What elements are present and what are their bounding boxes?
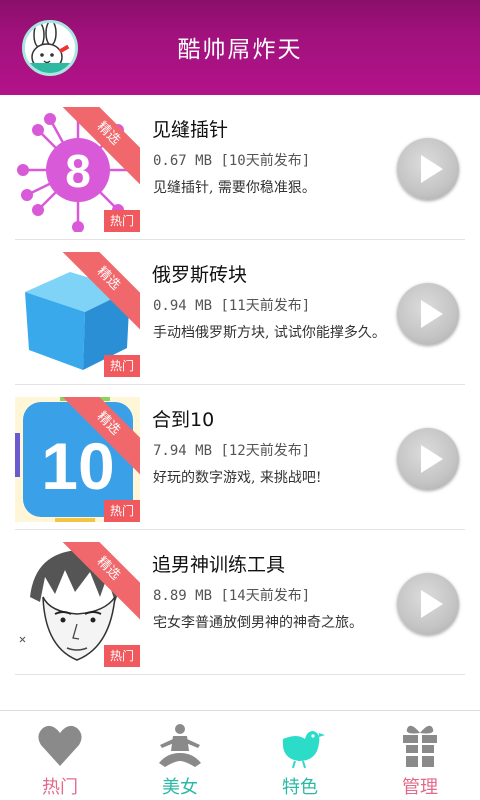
blue-cube-icon: 精选 热门 <box>15 252 140 377</box>
app-description: 好玩的数字游戏, 来挑战吧! <box>153 470 322 486</box>
app-title: 酷帅屌炸天 <box>177 37 303 63</box>
list-item[interactable]: 精选 热门 俄罗斯砖块 0.94 MB [11天前发布] 手动档俄罗斯方块, 试… <box>15 240 465 385</box>
list-item[interactable]: 10 精选 热门 合到10 7.94 MB [12天前发布] 好玩的数字游戏, … <box>15 385 465 530</box>
app-name: 合到10 <box>152 409 215 431</box>
number-10-icon: 10 精选 热门 <box>15 397 140 522</box>
app-size: 7.94 MB <box>153 443 213 459</box>
hot-tag: 热门 <box>104 645 140 667</box>
sketch-man-icon: 精选 热门 <box>15 542 140 667</box>
app-published: [12天前发布] <box>220 443 311 459</box>
app-meta: 8.89 MB [14天前发布] <box>153 585 310 605</box>
app-meta: 7.94 MB [12天前发布] <box>153 440 310 460</box>
svg-text:10: 10 <box>41 429 114 503</box>
app-name: 俄罗斯砖块 <box>152 264 248 286</box>
hot-tag: 热门 <box>104 500 140 522</box>
pin-game-icon: 8 精选 热门 <box>15 107 140 232</box>
gift-icon <box>395 721 445 771</box>
svg-text:8: 8 <box>65 145 91 197</box>
tab-manage[interactable]: 管理 <box>360 711 480 800</box>
hot-tag: 热门 <box>104 210 140 232</box>
list-item[interactable]: 8 精选 热门 见缝插针 0.67 MB [10天前发布] 见缝插针, 需要你稳… <box>15 95 465 240</box>
list-item[interactable]: 精选 热门 追男神训练工具 8.89 MB [14天前发布] 宅女李普通放倒男神… <box>15 530 465 675</box>
hot-tag: 热门 <box>104 355 140 377</box>
app-published: [10天前发布] <box>220 153 311 169</box>
play-button[interactable] <box>397 138 459 200</box>
play-button[interactable] <box>397 573 459 635</box>
tab-label: 管理 <box>402 777 438 798</box>
app-name: 见缝插针 <box>152 119 229 141</box>
tab-beauty[interactable]: 美女 <box>120 711 240 800</box>
app-description: 宅女李普通放倒男神的神奇之旅。 <box>153 615 363 631</box>
app-published: [11天前发布] <box>220 298 311 314</box>
tab-featured[interactable]: 特色 <box>240 711 360 800</box>
app-size: 8.89 MB <box>153 588 213 604</box>
app-description: 手动档俄罗斯方块, 试试你能撑多久。 <box>153 325 386 341</box>
header-bar: 酷帅屌炸天 <box>0 0 480 95</box>
app-meta: 0.67 MB [10天前发布] <box>153 150 310 170</box>
play-button[interactable] <box>397 283 459 345</box>
heart-icon <box>35 721 85 771</box>
play-button[interactable] <box>397 428 459 490</box>
app-published: [14天前发布] <box>220 588 311 604</box>
app-name: 追男神训练工具 <box>152 554 286 576</box>
tab-label: 美女 <box>162 777 198 798</box>
app-size: 0.94 MB <box>153 298 213 314</box>
tab-label: 热门 <box>42 777 78 798</box>
app-list: 8 精选 热门 见缝插针 0.67 MB [10天前发布] 见缝插针, 需要你稳… <box>0 95 480 675</box>
app-size: 0.67 MB <box>153 153 213 169</box>
bird-icon <box>275 721 325 771</box>
app-description: 见缝插针, 需要你稳准狠。 <box>153 180 316 196</box>
tab-hot[interactable]: 热门 <box>0 711 120 800</box>
yoga-figure-icon <box>155 721 205 771</box>
tab-label: 特色 <box>282 777 318 798</box>
bottom-nav: 热门 美女 特色 管理 <box>0 710 480 800</box>
app-meta: 0.94 MB [11天前发布] <box>153 295 310 315</box>
